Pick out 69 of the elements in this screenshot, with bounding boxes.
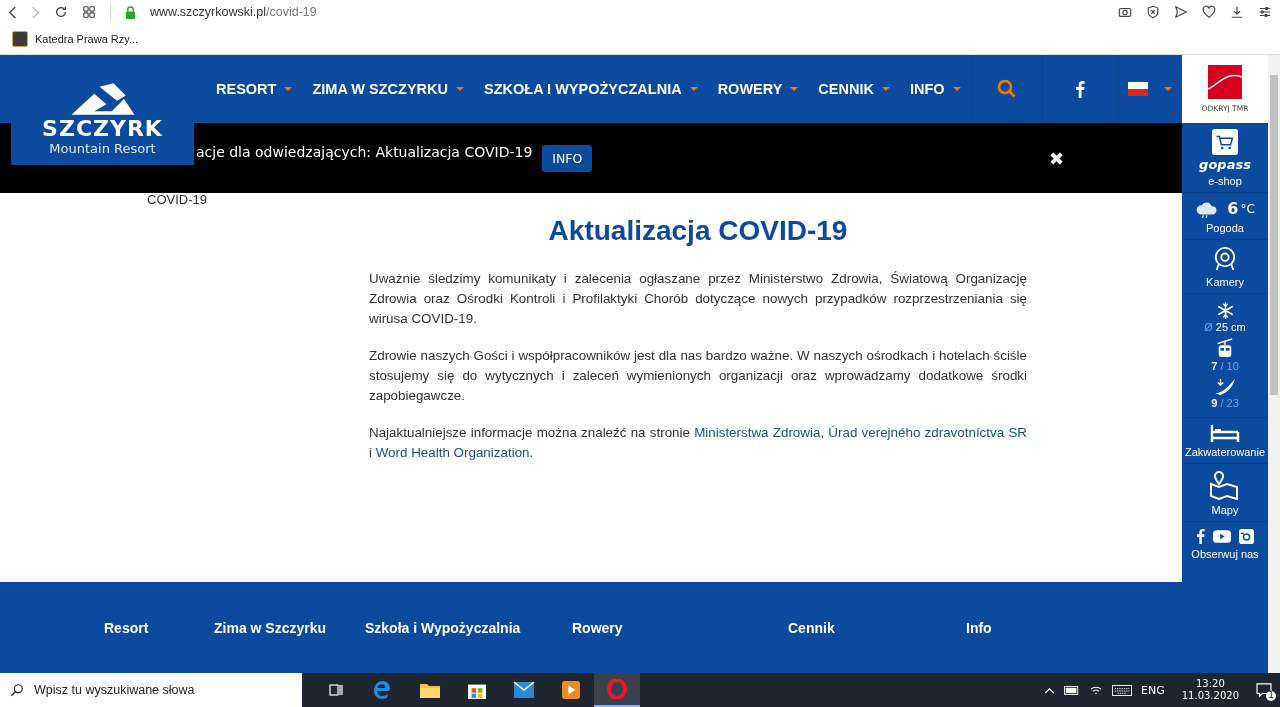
nav-menu-item[interactable]: SZKOŁA I WYPOŻYCZALNIA xyxy=(484,81,698,97)
notice-text: acje dla odwiedzających: Aktualizacja COVID-19 xyxy=(196,144,533,160)
page-title: Aktualizacja COVID-19 xyxy=(547,215,849,247)
reload-icon[interactable] xyxy=(54,5,68,19)
address-field[interactable]: www.szczyrkowski.pl/covid-19 xyxy=(150,5,1104,19)
grid-icon[interactable] xyxy=(82,5,96,19)
facebook-icon[interactable] xyxy=(1075,80,1086,98)
breadcrumb-text: COVID-19 xyxy=(147,193,208,207)
shield-icon[interactable] xyxy=(1146,5,1160,19)
send-icon[interactable] xyxy=(1174,5,1188,19)
lock-icon xyxy=(125,5,136,19)
bookmark-item[interactable]: Katedra Prawa Rzy... xyxy=(12,31,139,47)
language-indicator[interactable]: ENG xyxy=(1141,683,1165,697)
nav-menu-item[interactable]: ROWERY xyxy=(717,81,799,97)
logo-panel[interactable]: SZCZYRK Mountain Resort xyxy=(11,55,194,165)
eshop-link[interactable]: gopass e-shop xyxy=(1182,123,1268,193)
paragraph: Najaktualniejsze informacje można znaleźć na stronie Ministerstwa Zdrowia, Úrad verejného zdravotníctva SR i Word Health Organization. xyxy=(369,424,1027,462)
wifi-icon[interactable] xyxy=(1089,684,1104,696)
footer-heading[interactable]: Cennik xyxy=(788,620,835,636)
footer-heading[interactable]: Szkoła i Wypożyczalnia xyxy=(365,620,521,636)
snowflake-icon xyxy=(1216,302,1234,319)
paragraph: Uważnie śledzimy komunikaty i zalecenia ogłaszane przez Ministerstwo Zdrowia, Światową Organizację Zdrowia oraz Ośrodki Kontroli i Profilaktyki Chorób dotyczące nowych przypadków rozprzestrzeniania się wirusa COVID-19. xyxy=(369,270,1027,328)
download-icon[interactable] xyxy=(1230,5,1244,19)
media-player-icon[interactable] xyxy=(562,681,580,699)
chevron-up-icon[interactable] xyxy=(1044,686,1056,694)
battery-icon[interactable] xyxy=(1064,685,1081,695)
mail-icon[interactable] xyxy=(514,682,534,698)
search-icon xyxy=(10,683,24,697)
nav-menu-item[interactable]: CENNIK xyxy=(818,81,890,97)
text-link[interactable]: Word Health Organization xyxy=(375,445,530,460)
footer-heading[interactable]: Zima w Szczyrku xyxy=(214,620,327,636)
taskbar-search-field[interactable]: Wpisz tu wyszukiwane słowa xyxy=(0,673,302,707)
slope-icon xyxy=(1213,377,1237,395)
paragraph: Zdrowie naszych Gości i współpracowników jest dla nas bardzo ważne. W naszych ośrodkach i hotelach ściśle stosujemy się do wytycznych i zaleceń wymienionych organizacji oraz wprowadzamy dodatkowe środki zapobiegawcze. xyxy=(369,347,1027,405)
map-icon xyxy=(1209,470,1241,500)
footer-heading[interactable]: Info xyxy=(966,620,992,636)
task-view-icon[interactable] xyxy=(328,682,344,698)
youtube-icon[interactable] xyxy=(1213,529,1231,543)
scrollbar[interactable] xyxy=(1268,55,1280,673)
heart-icon[interactable] xyxy=(1202,5,1216,19)
nav-menu-item[interactable]: ZIMA W SZCZYRKU xyxy=(312,81,464,97)
flag-icon xyxy=(1128,82,1149,96)
close-icon[interactable]: ✖ xyxy=(1048,147,1064,169)
instagram-icon[interactable] xyxy=(1239,528,1254,544)
text-link[interactable]: Úrad verejného zdravotníctva SR xyxy=(828,425,1027,440)
browser-icon[interactable] xyxy=(372,680,392,700)
facebook-icon[interactable] xyxy=(1196,528,1205,544)
opera-icon[interactable] xyxy=(594,673,640,707)
nav-menu-item[interactable]: INFO xyxy=(909,81,961,97)
back-icon[interactable] xyxy=(8,5,17,19)
info-button[interactable]: INFO xyxy=(542,144,593,172)
folder-icon[interactable] xyxy=(420,682,440,698)
camera-icon[interactable] xyxy=(1118,5,1132,19)
footer-heading[interactable]: Rowery xyxy=(572,620,623,636)
snow-depth: Ø 25 cm xyxy=(1182,294,1268,335)
follow-us-text: Obserwuj nas xyxy=(1191,548,1259,560)
logo-tagline: Mountain Resort xyxy=(49,141,156,157)
bed-icon xyxy=(1210,424,1240,442)
logo-name: SZCZYRK xyxy=(42,117,163,141)
clock[interactable]: 13:20 11.03.2020 xyxy=(1181,678,1239,702)
sliders-icon[interactable] xyxy=(1258,5,1272,19)
gondola-icon xyxy=(1216,338,1234,358)
search-icon[interactable] xyxy=(996,79,1017,99)
cart-icon xyxy=(1212,129,1238,155)
webcam-icon xyxy=(1213,246,1237,272)
lifts-status: 7 / 10 xyxy=(1182,335,1268,374)
keyboard-icon[interactable] xyxy=(1112,684,1133,696)
nav-menu-item[interactable]: RESORT xyxy=(216,81,293,97)
footer-heading[interactable]: Resort xyxy=(104,620,149,636)
